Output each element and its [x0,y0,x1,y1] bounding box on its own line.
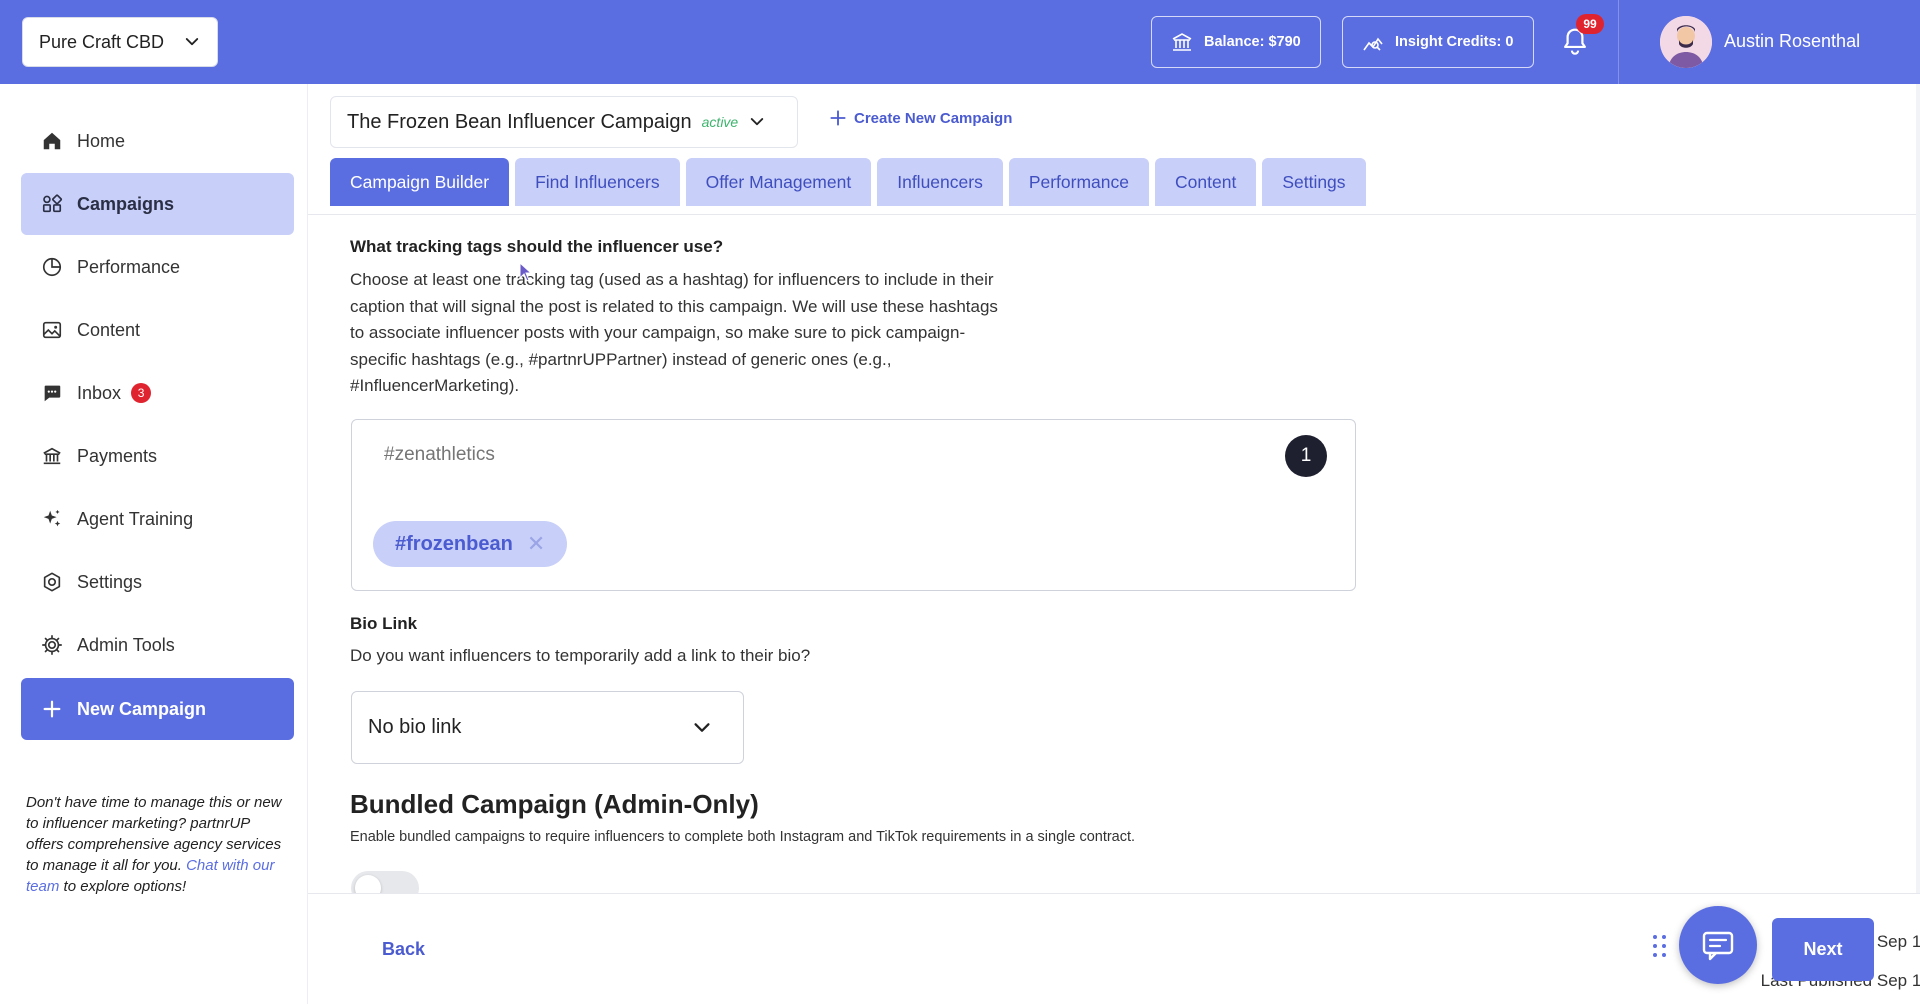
tag-chip-label: #frozenbean [395,532,513,555]
bundled-campaign-description: Enable bundled campaigns to require infl… [350,829,1136,845]
sidebar-item-campaigns[interactable]: Campaigns [21,173,294,235]
chevron-down-icon [751,118,764,126]
sidebar-item-performance[interactable]: Performance [21,236,294,298]
bio-link-title: Bio Link [350,614,418,633]
scrollbar[interactable] [1916,84,1920,894]
pie-chart-icon [42,257,62,277]
sidebar-item-inbox[interactable]: Inbox 3 [21,362,294,424]
mouse-cursor-icon [519,262,533,282]
tracking-tag-chip: #frozenbean ✕ [373,521,568,567]
tab-influencers[interactable]: Influencers [877,158,1003,206]
admin-gear-icon [42,635,62,655]
gear-icon [43,572,61,592]
tab-offer-management[interactable]: Offer Management [685,158,872,206]
user-avatar-icon [1660,16,1712,68]
brand-name: Pure Craft CBD [39,31,165,52]
sidebar-item-home[interactable]: Home [21,110,294,172]
sidebar-item-label: Inbox [77,382,122,403]
sparkle-icon [43,509,61,527]
sidebar-item-settings[interactable]: Settings [21,551,294,613]
create-new-campaign-label: Create New Campaign [854,109,1013,127]
user-name[interactable]: Austin Rosenthal [1724,31,1860,52]
bundled-campaign-title: Bundled Campaign (Admin-Only) [350,789,759,819]
plus-icon [43,700,61,718]
campaign-status: active [701,114,739,130]
agency-promo: Don't have time to manage this or new to… [26,792,290,897]
inbox-badge: 3 [131,383,152,403]
tracking-tags-question: What tracking tags should the influencer… [350,237,724,256]
create-new-campaign-link[interactable]: Create New Campaign [828,108,1012,128]
tracking-tags-box: 1 #frozenbean ✕ [351,419,1356,591]
tracking-tags-description: Choose at least one tracking tag (used a… [350,270,998,395]
home-icon [43,132,61,150]
footer-bar: Back Last Saved Sep 15, 2025 Last Publis… [308,893,1920,1004]
sidebar: Home Campaigns Performance Content Inbox… [0,84,308,1004]
sidebar-item-label: Home [77,130,126,151]
bank-icon [1172,33,1192,51]
brand-selector[interactable]: Pure Craft CBD [22,17,218,67]
new-campaign-label: New Campaign [77,698,207,719]
sidebar-item-label: Agent Training [77,508,194,529]
tab-divider [308,214,1920,215]
sidebar-item-label: Settings [77,571,143,592]
remove-tag-icon[interactable]: ✕ [527,531,545,557]
sidebar-item-admin-tools[interactable]: Admin Tools [21,614,294,676]
insight-chart-icon [1363,37,1383,51]
insight-credits-button[interactable]: Insight Credits: 0 [1342,16,1534,68]
plus-icon [830,110,846,126]
chevron-down-icon [185,38,199,46]
tag-count-badge: 1 [1285,435,1327,477]
tab-settings[interactable]: Settings [1262,158,1366,206]
sidebar-item-payments[interactable]: Payments [21,425,294,487]
sidebar-item-label: Content [77,319,141,340]
balance-label: Balance: $790 [1204,34,1301,50]
tab-campaign-builder[interactable]: Campaign Builder [330,158,510,206]
bio-link-select[interactable]: No bio link [351,691,744,764]
bio-link-question: Do you want influencers to temporarily a… [350,646,811,665]
header-divider [1618,0,1619,84]
tracking-tag-input[interactable] [384,444,984,466]
chat-icon [44,385,61,402]
sidebar-item-agent-training[interactable]: Agent Training [21,488,294,550]
top-bar: Pure Craft CBD Balance: $790 Insight Cre… [0,0,1920,84]
drag-handle-icon[interactable] [1651,932,1669,960]
sidebar-item-label: Admin Tools [77,634,175,655]
balance-button[interactable]: Balance: $790 [1151,16,1321,68]
campaign-tabs: Campaign Builder Find Influencers Offer … [330,158,1366,206]
new-campaign-button[interactable]: New Campaign [21,678,294,740]
tab-performance[interactable]: Performance [1008,158,1150,206]
sidebar-item-label: Performance [77,256,181,277]
bio-link-selected: No bio link [368,716,462,738]
campaign-title: The Frozen Bean Influencer Campaign [347,110,692,133]
bank-icon [43,447,61,465]
promo-suffix: to explore options! [63,878,187,895]
tab-find-influencers[interactable]: Find Influencers [515,158,680,206]
insight-credits-label: Insight Credits: 0 [1395,34,1514,50]
back-button[interactable]: Back [382,939,425,960]
sidebar-item-label: Payments [77,445,158,466]
avatar[interactable] [1660,16,1712,68]
next-button[interactable]: Next [1772,918,1874,981]
chat-support-button[interactable] [1679,906,1757,984]
sidebar-item-content[interactable]: Content [21,299,294,361]
chevron-down-icon [694,722,710,732]
campaign-selector[interactable]: The Frozen Bean Influencer Campaign acti… [330,96,798,148]
sidebar-item-label: Campaigns [77,193,175,214]
chat-bubble-icon [1702,931,1734,961]
tab-content[interactable]: Content [1155,158,1257,206]
notification-badge: 99 [1576,14,1604,34]
campaigns-icon [42,194,63,213]
image-icon [42,321,62,339]
